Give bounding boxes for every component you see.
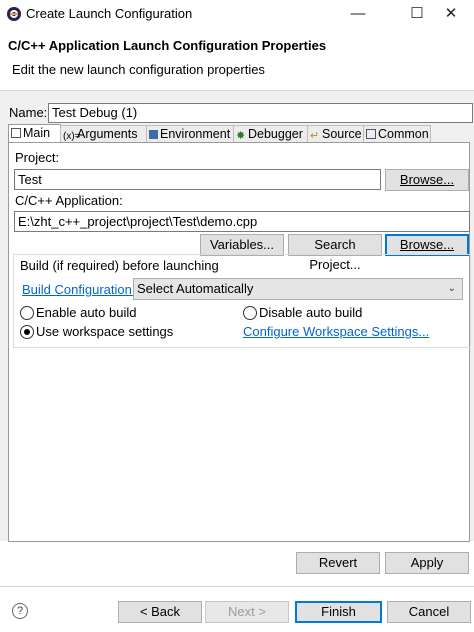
environment-icon	[149, 130, 158, 139]
disable-auto-build-label: Disable auto build	[259, 305, 363, 320]
source-icon: ↵	[310, 130, 320, 142]
cancel-button[interactable]: Cancel	[387, 601, 471, 623]
tab-source[interactable]: ↵ Source	[307, 125, 366, 142]
next-button: Next >	[205, 601, 289, 623]
revert-button[interactable]: Revert	[296, 552, 380, 574]
help-icon[interactable]: ?	[12, 603, 28, 619]
application-browse-button[interactable]: Browse...	[385, 234, 469, 256]
finish-button[interactable]: Finish	[295, 601, 382, 623]
debugger-icon: ✸	[236, 130, 246, 142]
name-field[interactable]: Test Debug (1)	[48, 103, 473, 123]
tab-bar: Main (x)=Arguments Environment ✸ Debugger…	[8, 124, 470, 143]
common-icon	[366, 129, 376, 139]
build-configuration-link[interactable]: Build Configuration:	[22, 282, 135, 297]
minimize-icon[interactable]: —	[335, 0, 381, 30]
build-configuration-select[interactable]: Select Automatically ⌄	[133, 278, 463, 300]
window-title: Create Launch Configuration	[26, 6, 193, 21]
use-workspace-settings-radio[interactable]	[20, 325, 34, 339]
application-path-field[interactable]: E:\zht_c++_project\project\Test\demo.cpp	[14, 211, 470, 232]
tab-debugger[interactable]: ✸ Debugger	[233, 125, 310, 142]
project-label: Project:	[15, 150, 60, 165]
footer-separator	[0, 586, 474, 587]
variables-button[interactable]: Variables...	[200, 234, 284, 256]
configure-workspace-settings-link[interactable]: Configure Workspace Settings...	[243, 324, 429, 339]
disable-auto-build-radio[interactable]	[243, 306, 257, 320]
project-browse-button[interactable]: Browse...	[385, 169, 469, 191]
enable-auto-build-radio[interactable]	[20, 306, 34, 320]
tab-main[interactable]: Main	[8, 124, 61, 143]
close-icon[interactable]: ✕	[428, 0, 474, 30]
project-field[interactable]: Test	[14, 169, 381, 190]
use-workspace-settings-label: Use workspace settings	[36, 324, 174, 339]
header-subtitle: Edit the new launch configuration proper…	[12, 62, 265, 77]
eclipse-icon	[7, 7, 21, 21]
tab-environment[interactable]: Environment	[146, 125, 237, 142]
enable-auto-build-label: Enable auto build	[36, 305, 137, 320]
build-group-title: Build (if required) before launching	[20, 258, 219, 273]
chevron-down-icon: ⌄	[447, 283, 456, 294]
name-label: Name:	[9, 105, 48, 120]
app-label: C/C++ Application:	[15, 193, 123, 208]
back-button[interactable]: < Back	[118, 601, 202, 623]
main-tab-icon	[11, 128, 21, 138]
arguments-icon: (x)=	[63, 131, 81, 142]
apply-button[interactable]: Apply	[385, 552, 469, 574]
header-title: C/C++ Application Launch Configuration P…	[8, 38, 327, 53]
tab-arguments[interactable]: (x)=Arguments	[60, 125, 149, 142]
tab-common[interactable]: Common	[363, 125, 431, 142]
search-project-button[interactable]: Search Project...	[288, 234, 382, 272]
